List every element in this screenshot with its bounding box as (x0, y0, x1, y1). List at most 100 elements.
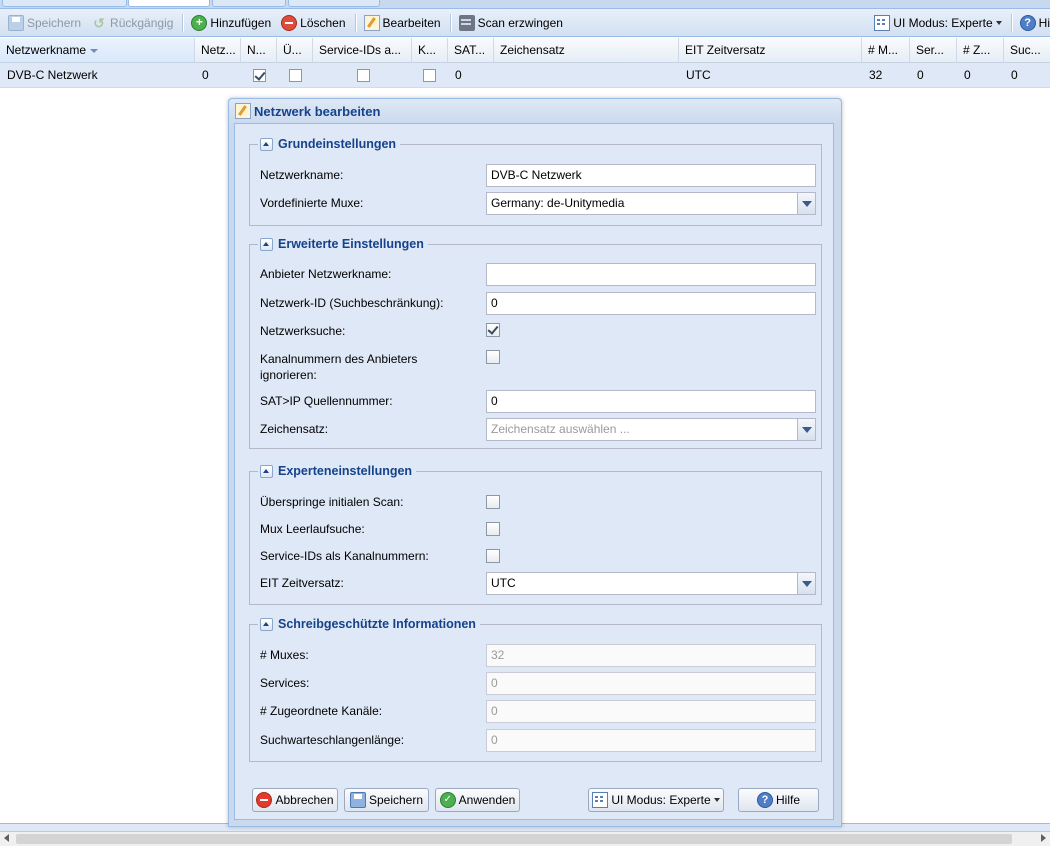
scroll-right-icon[interactable] (1041, 834, 1046, 842)
network-search-checkbox[interactable] (486, 323, 500, 337)
services-label: Services: (260, 676, 310, 690)
grid-header: Netzwerkname Netz... N... Ü... Service-I… (0, 38, 1050, 63)
fieldset-basic: Grundeinstellungen Netzwerkname: DVB-C N… (249, 136, 822, 226)
mux-idle-scan-checkbox[interactable] (486, 522, 500, 536)
charset-combo[interactable]: Zeichensatz auswählen ... (486, 418, 816, 441)
scan-icon (458, 14, 475, 31)
undo-icon: ↺ (93, 14, 105, 31)
fieldset-legend: Schreibgeschützte Informationen (258, 616, 480, 632)
chevron-down-icon[interactable] (797, 573, 815, 594)
cell-value: 0 (455, 68, 462, 82)
save-button[interactable]: Speichern (344, 788, 429, 812)
predefined-muxes-combo[interactable]: Germany: de-Unitymedia (486, 192, 816, 215)
column-header[interactable]: Netz... (195, 38, 241, 62)
column-header[interactable]: SAT... (448, 38, 494, 62)
sid-as-channel-numbers-label: Service-IDs als Kanalnummern: (260, 549, 429, 563)
main-toolbar: Speichern ↺ Rückgängig + Hinzufügen Lösc… (0, 9, 1050, 37)
fieldset-legend: Erweiterte Einstellungen (258, 236, 428, 252)
ui-mode-button[interactable]: UI Modus: Experte (870, 12, 1005, 34)
toolbar-separator (1010, 13, 1013, 32)
fieldset-advanced: Erweiterte Einstellungen Anbieter Netzwe… (249, 236, 822, 449)
apply-button[interactable]: ✓ Anwenden (435, 788, 520, 812)
cell-checkbox[interactable] (423, 69, 436, 82)
table-row[interactable]: DVB-C Netzwerk 0 0 UTC 32 0 0 0 (0, 63, 1050, 88)
column-header-netzwerkname[interactable]: Netzwerkname (0, 38, 195, 62)
delete-button[interactable]: Löschen (277, 12, 349, 34)
tab[interactable] (2, 0, 127, 7)
cell-checkbox[interactable] (357, 69, 370, 82)
undo-button[interactable]: ↺ Rückgängig (87, 12, 177, 34)
satip-source-input[interactable]: 0 (486, 390, 816, 413)
column-header[interactable]: EIT Zeitversatz (679, 38, 862, 62)
collapse-icon[interactable] (260, 237, 273, 251)
column-header[interactable]: K... (412, 38, 448, 62)
tab-active[interactable] (128, 0, 210, 7)
column-header[interactable]: Service-IDs a... (313, 38, 412, 62)
provider-name-input[interactable] (486, 263, 816, 286)
sid-as-channel-numbers-checkbox[interactable] (486, 549, 500, 563)
edit-icon (235, 103, 251, 119)
column-header[interactable]: # M... (862, 38, 910, 62)
toolbar-separator (354, 13, 357, 32)
toolbar-separator (449, 13, 452, 32)
predefined-muxes-label: Vordefinierte Muxe: (260, 196, 364, 210)
cell-value: 0 (202, 68, 209, 82)
save-icon (8, 14, 24, 31)
cell-checkbox[interactable] (253, 69, 266, 82)
cell-network-name: DVB-C Netzwerk (7, 68, 98, 82)
collapse-icon[interactable] (260, 464, 273, 478)
scroll-left-icon[interactable] (4, 834, 9, 842)
dialog-title-bar[interactable]: Netzwerk bearbeiten (229, 99, 841, 123)
skip-initial-scan-label: Überspringe initialen Scan: (260, 495, 404, 509)
mux-idle-scan-label: Mux Leerlaufsuche: (260, 522, 365, 536)
chevron-down-icon[interactable] (797, 193, 815, 214)
ui-mode-button[interactable]: UI Modus: Experte (588, 788, 724, 812)
scan-queue-label: Suchwarteschlangenlänge: (260, 733, 405, 747)
column-header[interactable]: Ü... (277, 38, 313, 62)
eit-offset-combo[interactable]: UTC (486, 572, 816, 595)
cancel-icon (256, 792, 273, 808)
fieldset-legend: Grundeinstellungen (258, 136, 401, 152)
ignore-provider-numbers-label: Kanalnummern des Anbieters ignorieren: (260, 352, 418, 382)
ignore-provider-numbers-checkbox[interactable] (486, 350, 500, 364)
tab-strip (0, 0, 1050, 9)
chevron-down-icon[interactable] (797, 419, 815, 440)
column-header[interactable]: Suc... (1004, 38, 1050, 62)
cell-value: 32 (869, 68, 883, 82)
tab[interactable] (212, 0, 286, 7)
horizontal-scrollbar[interactable] (0, 831, 1050, 846)
network-name-input[interactable]: DVB-C Netzwerk (486, 164, 816, 187)
help-button[interactable]: ? Hi (1016, 12, 1050, 34)
collapse-icon[interactable] (260, 617, 273, 631)
scrollbar-thumb[interactable] (16, 834, 1012, 844)
cell-value: 0 (917, 68, 924, 82)
services-value: 0 (486, 672, 816, 695)
mapped-channels-label: # Zugeordnete Kanäle: (260, 704, 383, 718)
save-button[interactable]: Speichern (4, 12, 85, 34)
cancel-button[interactable]: Abbrechen (252, 788, 338, 812)
column-header[interactable]: Ser... (910, 38, 957, 62)
dialog-title: Netzwerk bearbeiten (254, 103, 381, 119)
collapse-icon[interactable] (260, 137, 273, 151)
eit-offset-label: EIT Zeitversatz: (260, 576, 344, 590)
fieldset-legend: Experteneinstellungen (258, 463, 417, 479)
satip-source-label: SAT>IP Quellennummer: (260, 394, 393, 408)
dialog-body: Grundeinstellungen Netzwerkname: DVB-C N… (234, 123, 834, 820)
column-header[interactable]: N... (241, 38, 277, 62)
fieldset-expert: Experteneinstellungen Überspringe initia… (249, 463, 822, 605)
ui-mode-icon (874, 14, 891, 31)
tab[interactable] (288, 0, 380, 7)
edit-network-dialog: Netzwerk bearbeiten Grundeinstellungen N… (228, 98, 842, 827)
skip-initial-scan-checkbox[interactable] (486, 495, 500, 509)
add-icon: + (191, 14, 208, 31)
column-header[interactable]: # Z... (957, 38, 1004, 62)
help-button[interactable]: ? Hilfe (738, 788, 819, 812)
ui-mode-icon (592, 792, 609, 808)
column-header[interactable]: Zeichensatz (494, 38, 679, 62)
cell-checkbox[interactable] (289, 69, 302, 82)
network-search-label: Netzwerksuche: (260, 324, 346, 338)
force-scan-button[interactable]: Scan erzwingen (455, 12, 567, 34)
edit-button[interactable]: Bearbeiten (360, 12, 445, 34)
add-button[interactable]: + Hinzufügen (187, 12, 275, 34)
network-id-input[interactable]: 0 (486, 292, 816, 315)
